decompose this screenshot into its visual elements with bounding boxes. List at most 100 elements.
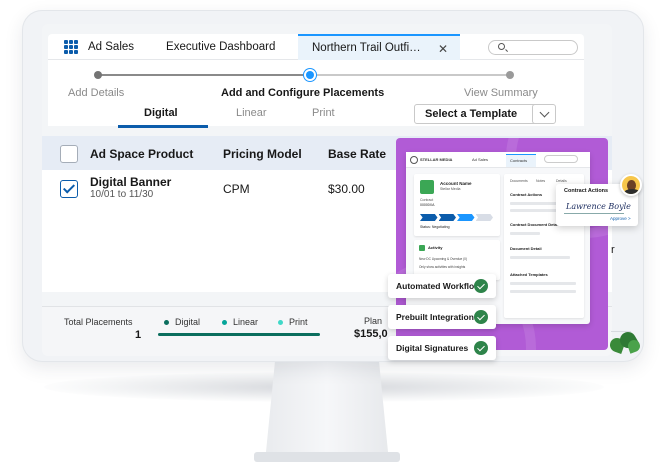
placeholder-line: [510, 232, 540, 235]
tab-northern-trail[interactable]: Northern Trail Outfi… ✕: [298, 34, 460, 60]
feature-prebuilt-integrations: Prebuilt Integrations: [388, 305, 496, 329]
close-icon[interactable]: ✕: [438, 42, 448, 56]
placeholder-line: [510, 290, 576, 293]
tab-print[interactable]: Print: [312, 107, 335, 119]
legend-linear-label: Linear: [233, 317, 259, 327]
planned-amount: $155,0: [354, 328, 388, 340]
feature-label: Automated Workflows: [396, 281, 486, 291]
row-checkbox[interactable]: [60, 180, 78, 198]
base-rate: $30.00: [328, 182, 365, 196]
mini-search-input[interactable]: [544, 155, 578, 163]
mini-topbar: STELLAR MEDIA Ad Sales Contracts: [406, 152, 590, 168]
step-add-details[interactable]: Add Details: [68, 87, 124, 99]
step-dot-complete: [94, 71, 102, 79]
total-placements-value: 1: [135, 329, 142, 341]
signature: Lawrence Boyle: [566, 202, 631, 211]
search-icon: [498, 43, 505, 50]
legend-linear: Linear: [222, 317, 258, 327]
column-header-product[interactable]: Ad Space Product: [90, 147, 193, 161]
legend-digital-label: Digital: [175, 317, 201, 327]
account-icon: [420, 180, 434, 194]
tab-linear[interactable]: Linear: [236, 107, 267, 119]
feature-digital-signatures: Digital Signatures: [388, 336, 496, 360]
partial-text: r: [611, 244, 615, 256]
pricing-model: CPM: [223, 182, 250, 196]
contract-app-preview: STELLAR MEDIA Ad Sales Contracts Account…: [406, 152, 590, 324]
check-icon: [474, 310, 488, 324]
path-track-complete: [98, 74, 310, 76]
attached-templates-heading: Attached Templates: [510, 272, 548, 277]
approve-link[interactable]: Approve >: [610, 216, 631, 221]
activity-icon: [419, 245, 425, 251]
select-all-checkbox[interactable]: [60, 145, 78, 163]
select-template-button[interactable]: Select a Template: [414, 104, 550, 124]
legend-dot-digital: [164, 319, 169, 325]
legend-print-label: Print: [289, 317, 308, 327]
status-path: [420, 214, 494, 221]
step-view-summary[interactable]: View Summary: [464, 87, 538, 99]
check-icon: [474, 279, 488, 293]
product-name: Digital Banner: [90, 175, 172, 189]
feature-label: Prebuilt Integrations: [396, 312, 479, 322]
account-title: Account Name: [440, 181, 472, 186]
status-step: [420, 214, 438, 221]
step-dot-current: [306, 71, 314, 79]
plant-illustration: [600, 326, 644, 356]
chevron-down-icon[interactable]: [532, 104, 556, 124]
document-detail-heading: Document Detail: [510, 246, 542, 251]
contract-actions-title: Contract Actions: [564, 188, 609, 194]
contract-status: Status: Negotiating: [420, 225, 450, 229]
check-icon: [474, 341, 488, 355]
tab-digital[interactable]: Digital: [144, 107, 178, 119]
global-tab-bar: Ad Sales Executive Dashboard Northern Tr…: [48, 34, 584, 60]
total-placements-label: Total Placements: [64, 317, 133, 327]
activity-line: New DC Upcoming & Overdue (0): [419, 257, 468, 261]
placeholder-line: [510, 282, 576, 285]
monitor-stand: [265, 362, 389, 462]
legend-dot-linear: [222, 319, 227, 325]
step-add-configure-placements[interactable]: Add and Configure Placements: [221, 87, 384, 99]
signature-line: [564, 213, 624, 214]
activity-line: Only show activities with insights: [419, 265, 466, 269]
app-name: Ad Sales: [88, 40, 135, 53]
mini-app-name: Ad Sales: [472, 157, 489, 162]
mini-tab-notes[interactable]: Notes: [536, 179, 545, 183]
status-step: [475, 214, 493, 221]
placeholder-line: [510, 256, 570, 259]
tab-executive-dashboard[interactable]: Executive Dashboard: [166, 41, 275, 53]
mini-brand: STELLAR MEDIA: [420, 157, 453, 162]
feature-label: Digital Signatures: [396, 343, 469, 353]
active-tab-indicator: [118, 125, 208, 128]
monitor-illustration: Ad Sales Executive Dashboard Northern Tr…: [0, 0, 661, 469]
contract-number: 00000XA: [420, 203, 435, 207]
legend-dot-print: [278, 319, 283, 325]
account-card: Account Name Stellar Media Contract 0000…: [414, 174, 500, 236]
account-subtitle: Stellar Media: [440, 187, 461, 191]
monitor-stand-base: [254, 452, 400, 462]
placements-bar: [158, 333, 320, 336]
legend-print: Print: [278, 317, 308, 327]
step-dot-upcoming: [506, 71, 514, 79]
mini-tab-contracts[interactable]: Contracts: [506, 154, 536, 167]
document-details-heading: Contract Document Details: [510, 222, 562, 227]
tab-northern-trail-label: Northern Trail Outfi…: [312, 42, 421, 54]
column-header-pricing[interactable]: Pricing Model: [223, 147, 302, 161]
search-input[interactable]: [488, 40, 578, 55]
app-launcher-icon[interactable]: [64, 39, 80, 54]
status-step: [438, 214, 456, 221]
placeholder-line: [510, 202, 562, 205]
status-step: [457, 214, 475, 221]
contract-actions-heading: Contract Actions: [510, 192, 543, 197]
planned-label: Plan: [364, 316, 383, 326]
column-header-base-rate[interactable]: Base Rate: [328, 147, 386, 161]
mini-tab-documents[interactable]: Documents: [510, 179, 528, 183]
feature-automated-workflows: Automated Workflows: [388, 274, 496, 298]
mini-tab-details[interactable]: Details: [556, 179, 567, 183]
channel-tabs: Digital Linear Print Select a Template: [48, 99, 584, 129]
contract-label: Contract: [420, 198, 434, 202]
avatar: [620, 174, 642, 196]
brand-logo-icon: [410, 156, 418, 164]
activity-title: Activity: [428, 245, 443, 250]
product-dates: 10/01 to 11/30: [90, 189, 154, 200]
legend-digital: Digital: [164, 317, 200, 327]
